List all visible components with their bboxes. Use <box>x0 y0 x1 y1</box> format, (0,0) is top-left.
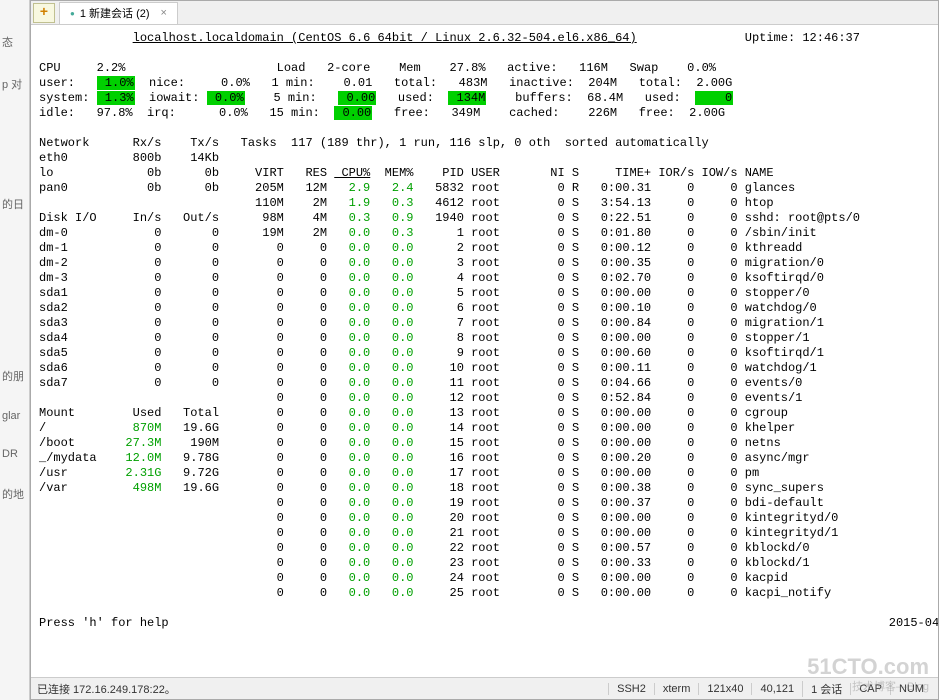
terminal-window: + ● 1 新建会话 (2) × localhost.localdomain (… <box>30 0 939 700</box>
tab-active[interactable]: ● 1 新建会话 (2) × <box>59 2 178 24</box>
status-connection: 已连接 172.16.249.178:22。 <box>37 681 608 697</box>
new-tab-button[interactable]: + <box>33 3 55 23</box>
terminal-output[interactable]: localhost.localdomain (CentOS 6.6 64bit … <box>31 25 938 677</box>
tab-status-icon: ● <box>70 9 75 18</box>
status-size: 121x40 <box>698 683 751 695</box>
status-xterm: xterm <box>654 683 699 695</box>
status-num: NUM <box>890 683 932 695</box>
status-ssh: SSH2 <box>608 683 654 695</box>
tab-bar: + ● 1 新建会话 (2) × <box>31 1 938 25</box>
status-pos: 40,121 <box>751 683 802 695</box>
close-icon[interactable]: × <box>161 7 167 19</box>
left-partial-text: 态p 对的日的朋glarDR的地 <box>0 0 30 700</box>
status-cap: CAP <box>850 683 890 695</box>
status-sessions: 1 会话 <box>802 681 850 697</box>
tab-title: 1 新建会话 (2) <box>80 5 150 21</box>
status-bar: 已连接 172.16.249.178:22。 SSH2 xterm 121x40… <box>31 677 938 699</box>
